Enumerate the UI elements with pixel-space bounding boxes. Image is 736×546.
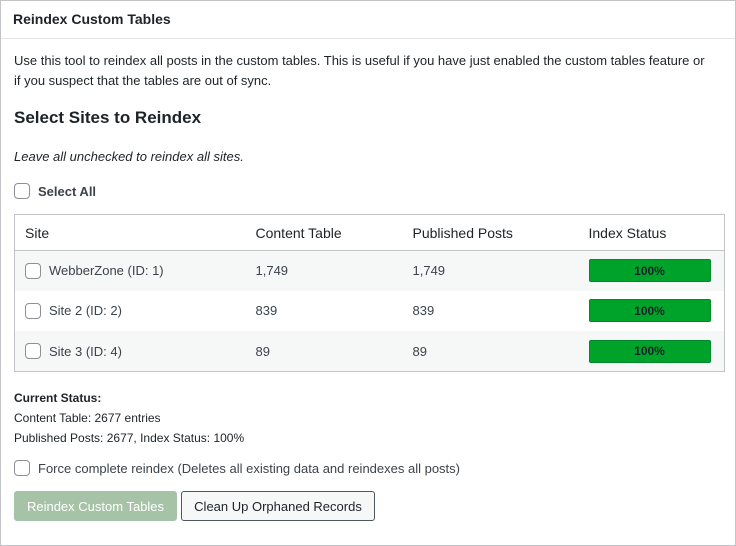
site-checkbox[interactable] bbox=[25, 343, 41, 360]
sites-table: Site Content Table Published Posts Index… bbox=[14, 214, 725, 372]
table-row: Site 2 (ID: 2) 839 839 100% bbox=[15, 291, 725, 331]
content-count: 1,749 bbox=[245, 250, 403, 291]
status-cell: 100% bbox=[578, 331, 725, 372]
published-count: 839 bbox=[412, 303, 435, 319]
cleanup-orphaned-button[interactable]: Clean Up Orphaned Records bbox=[181, 491, 375, 521]
section-title: Select Sites to Reindex bbox=[14, 108, 202, 127]
section-hint: Leave all unchecked to reindex all sites… bbox=[14, 149, 244, 164]
index-status-bar: 100% bbox=[588, 299, 711, 323]
description-text: Use this tool to reindex all posts in th… bbox=[14, 53, 705, 88]
index-status-bar: 100% bbox=[588, 259, 711, 283]
column-header-site: Site bbox=[14, 214, 246, 251]
column-header-published-posts: Published Posts bbox=[402, 214, 579, 251]
column-header-index-status: Index Status bbox=[578, 214, 725, 251]
site-option[interactable]: Site 2 (ID: 2) bbox=[25, 302, 236, 319]
status-content-line: Content Table: 2677 entries bbox=[14, 411, 161, 425]
site-name: Site 3 (ID: 4) bbox=[49, 343, 122, 359]
site-option[interactable]: WebberZone (ID: 1) bbox=[25, 262, 236, 279]
column-header-content-table: Content Table bbox=[245, 214, 403, 251]
force-reindex-option[interactable]: Force complete reindex (Deletes all exis… bbox=[14, 459, 460, 477]
status-published-line: Published Posts: 2677, Index Status: 100… bbox=[14, 431, 245, 445]
site-cell: Site 2 (ID: 2) bbox=[15, 291, 246, 331]
current-status: Current Status: Content Table: 2677 entr… bbox=[14, 388, 244, 448]
select-all-label: Select All bbox=[38, 183, 97, 199]
table-header-row: Site Content Table Published Posts Index… bbox=[14, 214, 725, 251]
index-status-label: 100% bbox=[634, 344, 665, 359]
site-name: WebberZone (ID: 1) bbox=[49, 263, 164, 279]
select-all-option[interactable]: Select All bbox=[14, 182, 96, 200]
site-cell: Site 3 (ID: 4) bbox=[14, 331, 246, 372]
reindex-button[interactable]: Reindex Custom Tables bbox=[14, 491, 177, 521]
index-status-label: 100% bbox=[634, 303, 665, 318]
status-cell: 100% bbox=[579, 291, 725, 331]
content-count: 839 bbox=[255, 303, 278, 319]
panel-title: Reindex Custom Tables bbox=[1, 1, 735, 39]
site-cell: WebberZone (ID: 1) bbox=[14, 250, 246, 291]
table-row: Site 3 (ID: 4) 89 89 100% bbox=[14, 331, 725, 372]
status-cell: 100% bbox=[578, 250, 725, 291]
select-all-checkbox[interactable] bbox=[14, 183, 30, 199]
site-option[interactable]: Site 3 (ID: 4) bbox=[25, 343, 236, 360]
force-reindex-label: Force complete reindex (Deletes all exis… bbox=[38, 460, 460, 476]
force-reindex-checkbox[interactable] bbox=[14, 460, 30, 476]
status-heading: Current Status: bbox=[14, 391, 102, 405]
published-count: 1,749 bbox=[402, 250, 579, 291]
index-status-bar: 100% bbox=[588, 339, 711, 363]
published-count: 89 bbox=[402, 331, 579, 372]
index-status-label: 100% bbox=[634, 263, 665, 278]
table-row: WebberZone (ID: 1) 1,749 1,749 100% bbox=[14, 250, 725, 291]
site-checkbox[interactable] bbox=[25, 302, 41, 319]
content-count: 89 bbox=[245, 331, 403, 372]
site-name: Site 2 (ID: 2) bbox=[49, 303, 122, 319]
site-checkbox[interactable] bbox=[25, 262, 41, 279]
reindex-panel: Reindex Custom Tables Use this tool to r… bbox=[0, 0, 736, 546]
